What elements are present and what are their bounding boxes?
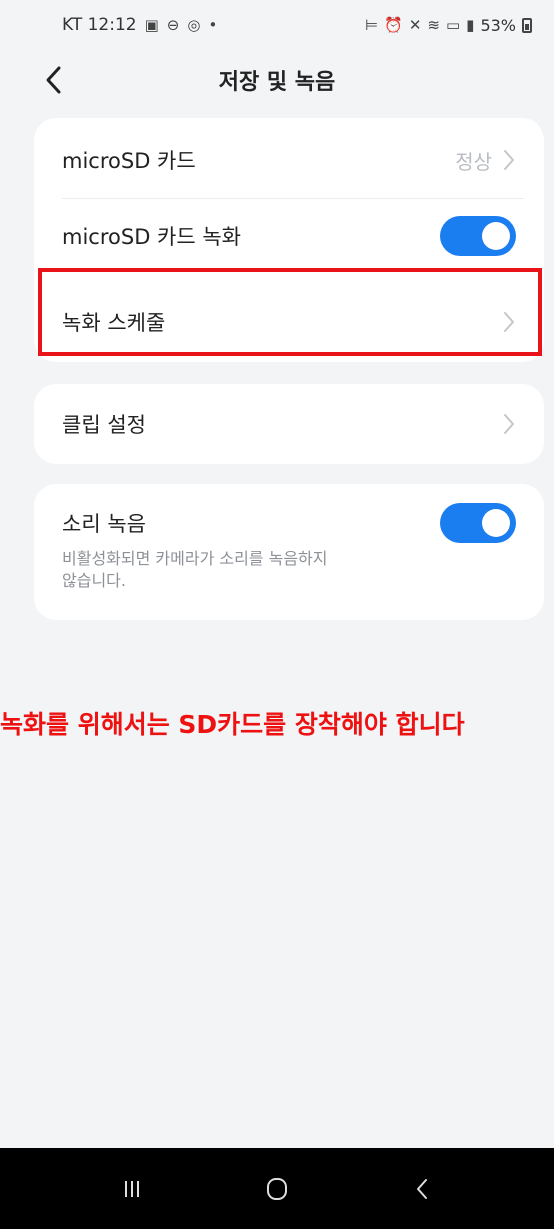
home-icon <box>266 1177 287 1200</box>
sound-recording-toggle[interactable] <box>440 503 516 543</box>
battery-percent: 53% <box>480 15 516 35</box>
microsd-recording-label: microSD 카드 녹화 <box>62 225 241 249</box>
page-title: 저장 및 녹음 <box>218 70 336 95</box>
home-button[interactable] <box>247 1159 307 1219</box>
microsd-status-value: 정상 <box>455 149 492 174</box>
sound-recording-description: 비활성화되면 카메라가 소리를 녹음하지 않습니다. <box>62 548 328 592</box>
clip-settings-row[interactable]: 클립 설정 <box>34 392 544 456</box>
chevron-right-icon <box>502 412 516 436</box>
recents-icon <box>125 1180 140 1197</box>
microsd-card-row[interactable]: microSD 카드 정상 <box>34 128 544 192</box>
battery-icon <box>522 17 532 33</box>
sound-recording-card: 소리 녹음 비활성화되면 카메라가 소리를 녹음하지 않습니다. <box>34 484 544 620</box>
description-line-1: 비활성화되면 카메라가 소리를 녹음하지 <box>62 549 328 568</box>
status-bar: KT 12:12 ▣ ⊖ ◎ • ⊨ ⏰ ✕ ≋ ▭ ▮ 53% <box>0 0 554 44</box>
annotation-text: 녹화를 위해서는 SD카드를 장착해야 합니다 <box>0 710 465 739</box>
sleep-icon: ⊨ <box>365 16 379 34</box>
microsd-card-label: microSD 카드 <box>62 149 196 173</box>
microsd-recording-row: microSD 카드 녹화 <box>34 204 544 268</box>
watch-icon: ◎ <box>187 16 201 34</box>
hd-icon: ▭ <box>445 16 461 34</box>
navigation-bar <box>0 1148 554 1229</box>
sound-recording-row: 소리 녹음 <box>34 502 544 544</box>
back-icon <box>416 1178 427 1199</box>
toggle-knob <box>482 222 510 250</box>
microsd-recording-toggle[interactable] <box>440 216 516 256</box>
back-button[interactable] <box>34 58 74 102</box>
clip-settings-card[interactable]: 클립 설정 <box>34 384 544 464</box>
chevron-right-icon <box>502 148 516 172</box>
description-line-2: 않습니다. <box>62 571 126 590</box>
signal-icon: ▮ <box>466 16 475 34</box>
dnd-icon: ⊖ <box>166 16 180 34</box>
header: 저장 및 녹음 <box>0 52 554 108</box>
back-nav-button[interactable] <box>392 1159 452 1219</box>
carrier-time: KT 12:12 <box>62 15 137 35</box>
wifi-icon: ≋ <box>427 16 440 34</box>
dot-icon: • <box>208 16 218 34</box>
sound-recording-label: 소리 녹음 <box>62 512 146 536</box>
toggle-knob <box>482 509 510 537</box>
recents-button[interactable] <box>102 1159 162 1219</box>
divider <box>62 198 524 199</box>
back-arrow-icon <box>46 66 61 94</box>
alarm-icon: ⏰ <box>384 16 403 34</box>
mute-icon: ✕ <box>408 16 422 34</box>
highlight-box <box>38 268 542 356</box>
clip-settings-label: 클립 설정 <box>62 413 146 437</box>
gallery-icon: ▣ <box>144 16 159 34</box>
